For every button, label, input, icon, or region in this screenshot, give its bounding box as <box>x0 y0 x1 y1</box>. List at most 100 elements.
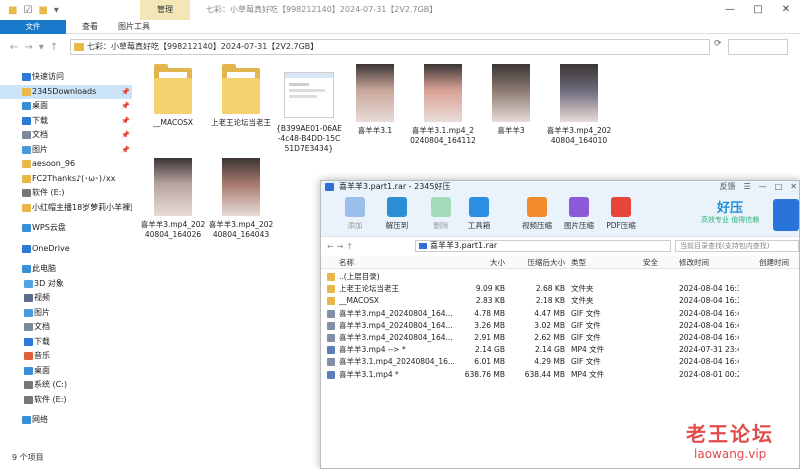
tool-button[interactable]: 图片压缩 <box>559 197 599 231</box>
checkbox-icon[interactable]: ☑ <box>23 5 32 16</box>
refresh-icon[interactable]: ⟳ <box>714 39 722 49</box>
sidebar-item[interactable]: 桌面 📌 <box>0 99 132 114</box>
star-icon <box>22 73 31 82</box>
network-icon <box>22 416 31 425</box>
archive-row[interactable]: 喜羊羊3.mp4_20240804_164... 2.91 MB 2.62 MB GI… <box>321 332 799 344</box>
sidebar-item[interactable]: 图片 📌 <box>0 143 132 158</box>
col-security[interactable]: 安全 <box>643 256 673 269</box>
archive-path-row: ←→↑ 喜羊羊3.part1.rar 当前目录查找(支持包内查找) <box>321 239 799 253</box>
col-modified[interactable]: 修改时间 <box>679 256 739 269</box>
new-folder-icon[interactable]: ■ <box>38 5 47 16</box>
cell-date: 2024-08-04 16:40:... <box>679 333 739 342</box>
sidebar-item[interactable]: 小红帽主播18岁萝莉小羊裸露 <box>0 201 132 216</box>
maximize-icon[interactable]: □ <box>744 0 772 20</box>
up-icon[interactable]: ↑ <box>50 42 58 53</box>
recent-icon[interactable]: ▾ <box>39 42 44 53</box>
file-item[interactable]: 喜羊羊3.1 <box>342 64 408 136</box>
music-icon <box>24 352 33 361</box>
search-input[interactable] <box>728 39 788 55</box>
col-type[interactable]: 类型 <box>571 256 637 269</box>
manage-context-tab[interactable]: 管理 <box>140 0 190 20</box>
col-name[interactable]: 名称 <box>339 256 469 269</box>
maximize-icon[interactable]: □ <box>775 181 783 193</box>
tool-button[interactable]: 工具箱 <box>459 197 499 231</box>
tab-view[interactable]: 查看 <box>72 20 108 33</box>
up-icon[interactable]: ↑ <box>346 242 356 251</box>
address-bar[interactable]: 七彩：小草莓真好吃【998212140】2024-07-31【2V2.7GB】 <box>70 39 710 55</box>
sidebar-item[interactable]: 桌面 <box>0 364 132 379</box>
tool-button[interactable]: 解压到 <box>377 197 417 231</box>
sidebar-item[interactable]: 3D 对象 <box>0 277 132 292</box>
file-item[interactable]: 喜羊羊3.1.mp4_20240804_164112 <box>410 64 476 146</box>
archive-row[interactable]: 喜羊羊3.mp4 --> * 2.14 GB 2.14 GB MP4 文件 2024-0… <box>321 344 799 356</box>
tab-picture-tools[interactable]: 图片工具 <box>108 20 160 33</box>
cell-name: 喜羊羊3.mp4_20240804_164... <box>339 333 453 342</box>
folder-item[interactable]: __MACOSX <box>140 64 206 128</box>
archive-row[interactable]: 喜羊羊3.mp4_20240804_164... 4.78 MB 4.47 MB GI… <box>321 308 799 320</box>
tool-label: 图片压缩 <box>564 221 594 230</box>
tool-button[interactable]: 添加 <box>335 197 375 231</box>
sidebar-item-label: 网络 <box>32 415 48 424</box>
file-icon <box>327 358 335 367</box>
archive-row[interactable]: 喜羊羊3.mp4_20240804_164... 3.26 MB 3.02 MB GI… <box>321 320 799 332</box>
file-item[interactable]: {B399AE01-06AE-4c48-B4DD-15C51D7E3434} <box>276 64 342 154</box>
sidebar-item[interactable]: 文档 <box>0 320 132 335</box>
sidebar-item[interactable]: 下载 <box>0 335 132 350</box>
sidebar-item[interactable]: 系统 (C:) <box>0 378 132 393</box>
cell-size: 2.14 GB <box>474 345 505 355</box>
archive-row[interactable]: ..(上层目录) <box>321 271 799 283</box>
cell-csize: 2.18 KB <box>535 296 565 306</box>
sidebar-item-label: OneDrive <box>32 243 70 253</box>
feedback-button[interactable]: 反馈 <box>720 181 736 193</box>
sidebar-item-label: 软件 (E:) <box>34 394 67 404</box>
minimize-icon[interactable]: — <box>759 181 767 193</box>
sidebar-item[interactable]: 网络 <box>0 413 132 428</box>
back-icon[interactable]: ← <box>10 42 18 53</box>
archive-path-bar[interactable]: 喜羊羊3.part1.rar <box>415 240 671 252</box>
file-item[interactable]: 喜羊羊3.mp4_20240804_164043 <box>208 158 274 240</box>
menu-icon[interactable]: ☰ <box>744 181 751 193</box>
archive-row[interactable]: 上老王论坛当老王 9.09 KB 2.68 KB 文件夹 2024-08-04 16:3… <box>321 283 799 295</box>
sidebar-item[interactable]: 快速访问 <box>0 70 132 85</box>
minimize-icon[interactable]: — <box>716 0 744 20</box>
archive-search-input[interactable]: 当前目录查找(支持包内查找) <box>675 240 799 252</box>
file-item[interactable]: 喜羊羊3 <box>478 64 544 136</box>
folder-item[interactable]: 上老王论坛当老王 <box>208 64 274 128</box>
sidebar-item[interactable]: 软件 (E:) <box>0 393 132 408</box>
col-size[interactable]: 大小 <box>461 256 505 269</box>
sidebar-item[interactable]: 2345Downloads 📌 <box>0 84 132 99</box>
sidebar-item[interactable]: WPS云盘 <box>0 221 132 236</box>
image-thumbnail <box>284 72 334 118</box>
sidebar-item[interactable]: 文档 📌 <box>0 128 132 143</box>
tool-button[interactable]: 删除 <box>421 197 461 231</box>
tab-file[interactable]: 文件 <box>0 20 66 34</box>
file-item[interactable]: 喜羊羊3.mp4_20240804_164026 <box>140 158 206 240</box>
archive-row[interactable]: __MACOSX 2.83 KB 2.18 KB 文件夹 2024-08-04 16:3… <box>321 295 799 307</box>
sidebar-item[interactable]: 下载 📌 <box>0 114 132 129</box>
archive-toolbar: 好压 高效专业 值得信赖 添加 解压到 删除 工具箱 视频压缩 图片压缩 PDF压缩 <box>321 193 799 237</box>
close-icon[interactable]: ✕ <box>790 181 797 193</box>
back-icon[interactable]: ← <box>327 242 337 251</box>
folder-icon <box>154 64 192 114</box>
archive-row[interactable]: 喜羊羊3.1.mp4 * 638.76 MB 638.44 MB MP4 文件 2024… <box>321 369 799 381</box>
cell-size: 2.83 KB <box>475 296 505 306</box>
archive-row[interactable]: 喜羊羊3.1.mp4_20240804_16... 6.01 MB 4.29 MB G… <box>321 356 799 368</box>
forward-icon[interactable]: → <box>337 242 347 251</box>
cell-date: 2024-08-04 16:39:... <box>679 296 739 306</box>
tool-button[interactable]: 视频压缩 <box>517 197 557 231</box>
sidebar-item[interactable]: 图片 <box>0 306 132 321</box>
sidebar-item[interactable]: OneDrive <box>0 242 132 257</box>
sidebar-item[interactable]: 音乐 <box>0 349 132 364</box>
tool-button[interactable]: PDF压缩 <box>601 197 641 231</box>
dropdown-icon[interactable]: ▾ <box>54 5 59 16</box>
sidebar-item[interactable]: aesoon_96 <box>0 157 132 172</box>
sidebar-item[interactable]: 此电脑 <box>0 262 132 277</box>
sidebar-item[interactable]: 软件 (E:) <box>0 186 132 201</box>
col-created[interactable]: 创建时间 <box>759 256 799 269</box>
close-icon[interactable]: ✕ <box>772 0 800 20</box>
forward-icon[interactable]: → <box>24 42 32 53</box>
col-compressed-size[interactable]: 压缩后大小 <box>515 256 566 269</box>
file-item[interactable]: 喜羊羊3.mp4_20240804_164010 <box>546 64 612 146</box>
sidebar-item[interactable]: 视频 <box>0 291 132 306</box>
sidebar-item[interactable]: FC2Thanks♪(･ω･)ﾉxx <box>0 172 132 187</box>
